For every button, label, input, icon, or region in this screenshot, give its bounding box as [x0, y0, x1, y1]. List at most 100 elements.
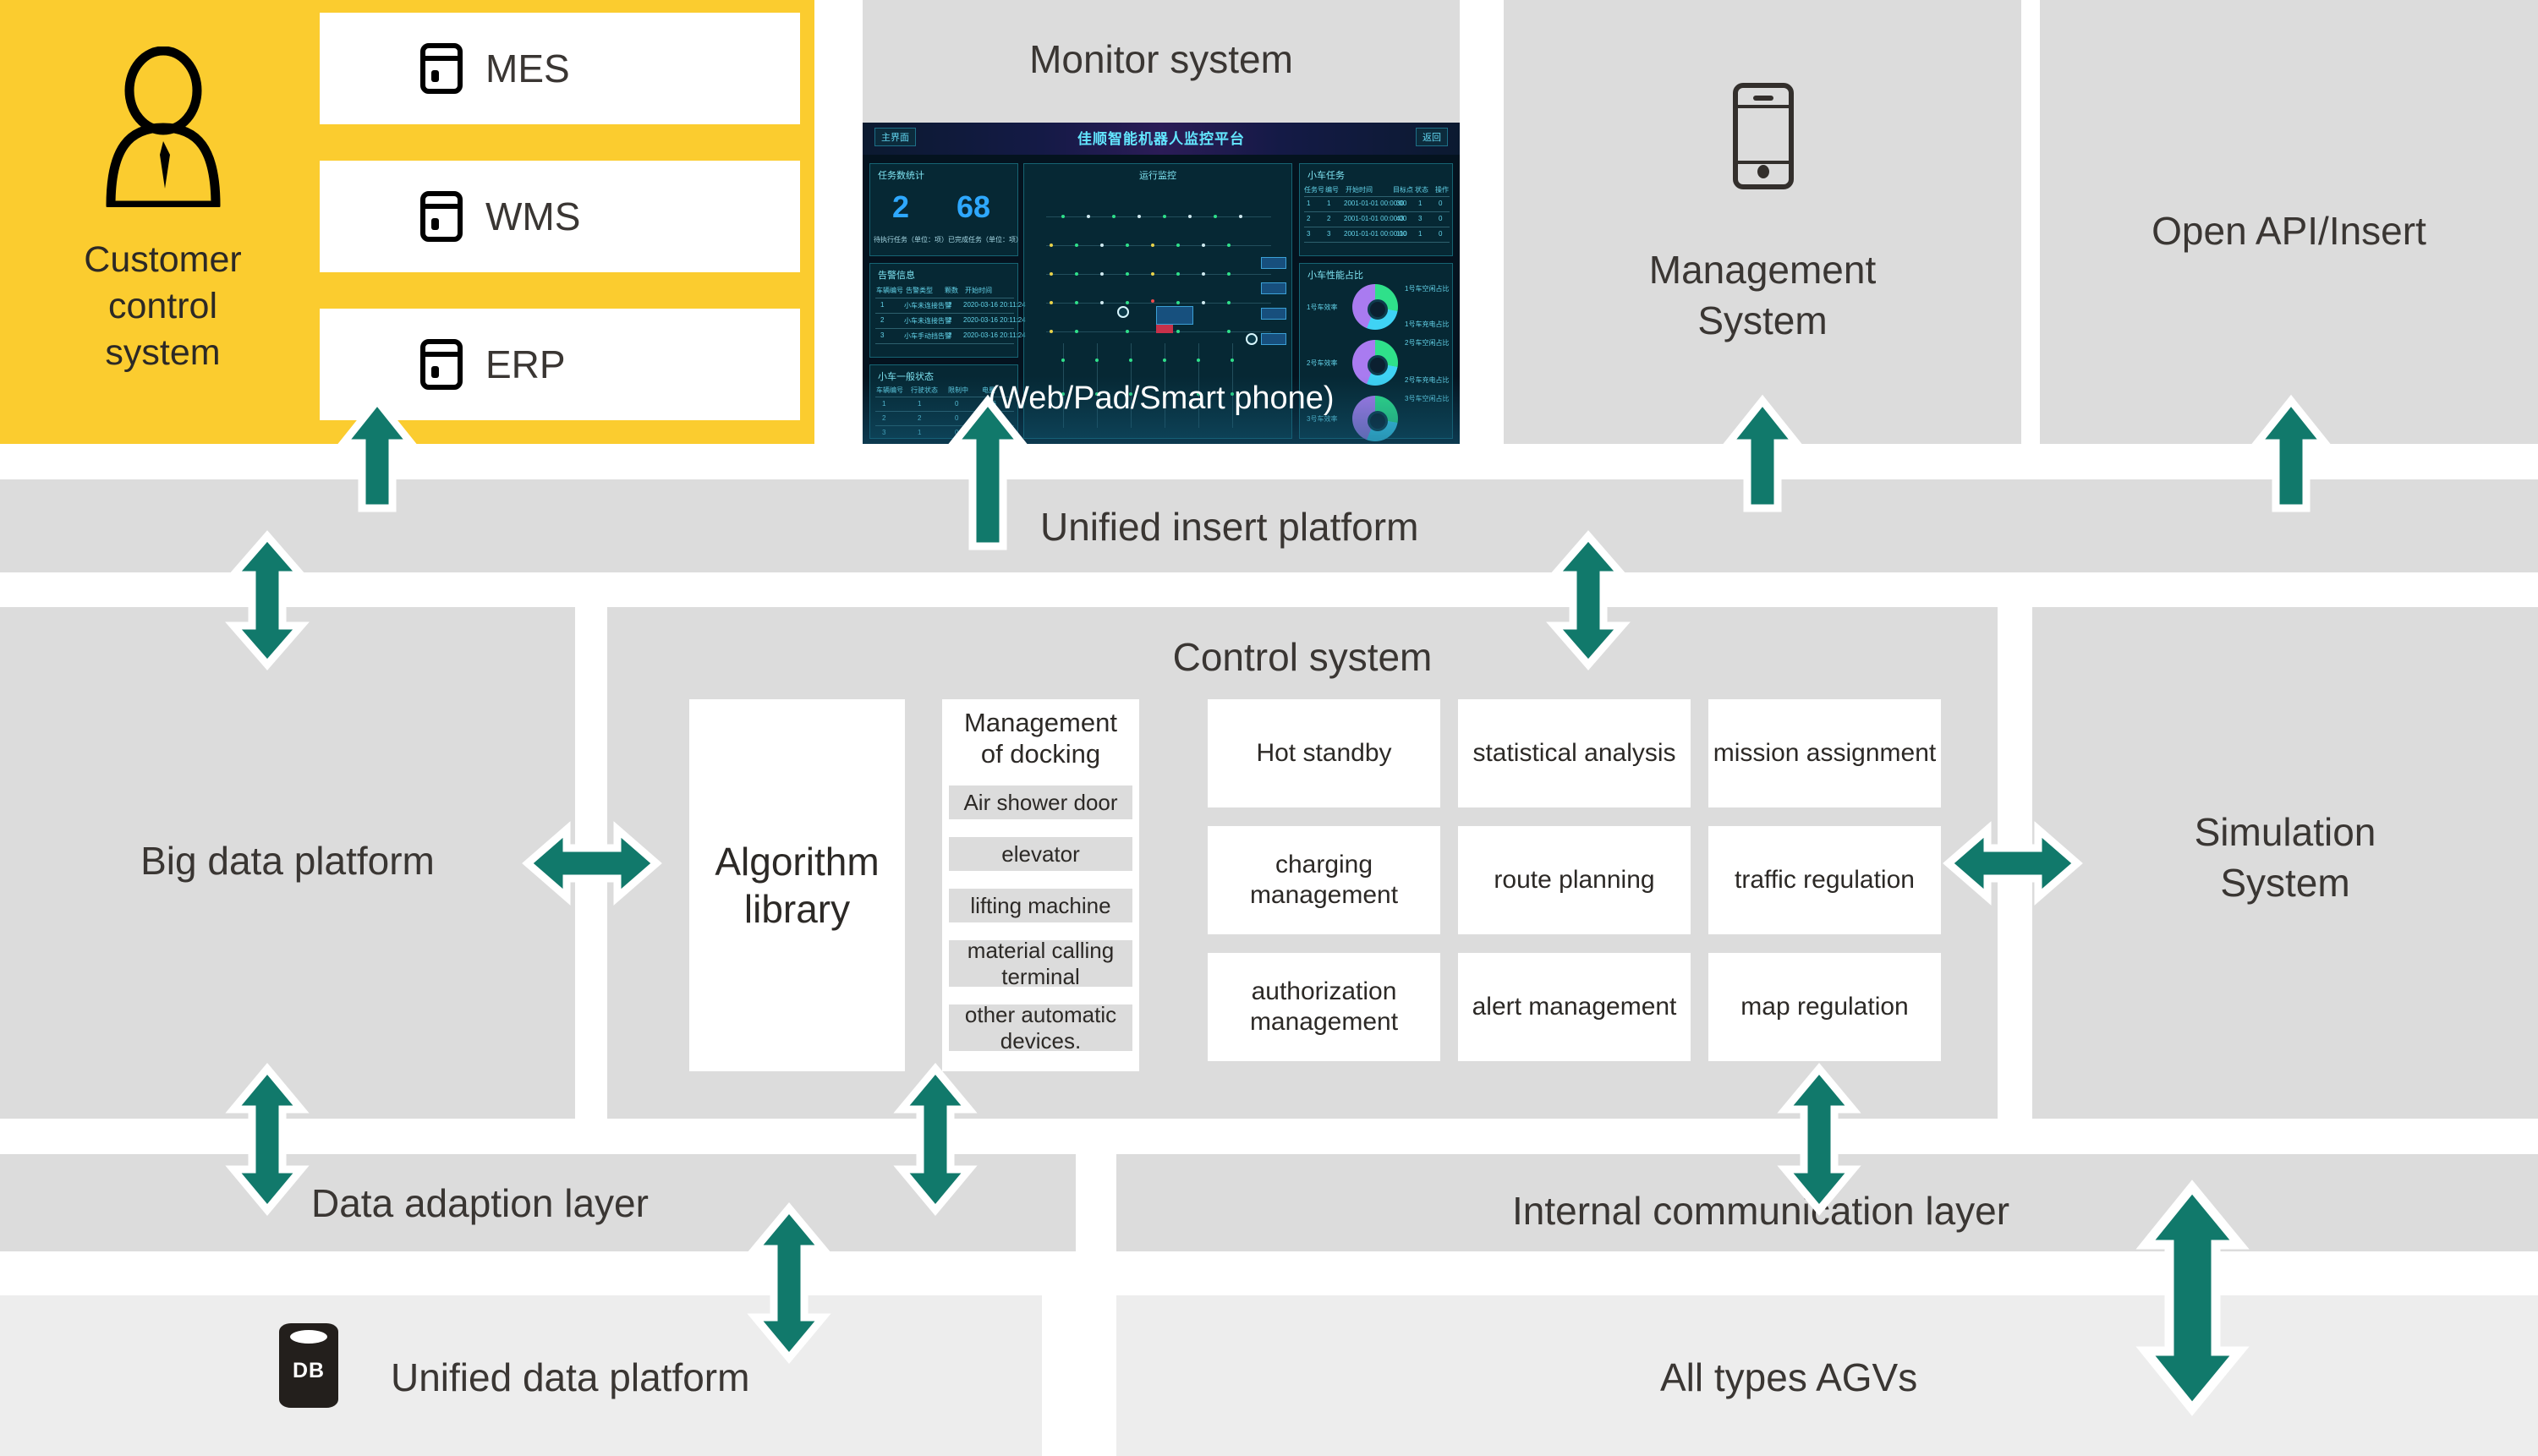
table-row: 1 — [880, 301, 885, 309]
app-label-mes: MES — [485, 47, 570, 90]
screenshot-vehicle-task-panel: 小车任务 任务号 编号 开始时间 目标点 状态 操作 1 1 2001-01-0… — [1299, 163, 1453, 256]
donut-legend: 1号车充电占比 — [1405, 320, 1450, 328]
arrow-control-internalcomm — [1777, 1062, 1861, 1217]
function-traffic-regulation[interactable]: traffic regulation — [1708, 826, 1941, 934]
table-row: 110 — [1396, 230, 1407, 238]
screenshot-task-stats-title: 任务数统计 — [878, 171, 924, 181]
arrow-management-to-platform — [1720, 394, 1805, 512]
management-title-line-2: System — [1697, 298, 1828, 342]
server-icon — [419, 190, 463, 243]
smartphone-icon — [1733, 83, 1794, 189]
function-statistical-analysis[interactable]: statistical analysis — [1458, 699, 1691, 807]
database-icon-label: DB — [292, 1358, 326, 1382]
control-system-title: Control system — [1172, 634, 1433, 679]
screenshot-alarm-col-3: 开始时间 — [965, 287, 992, 294]
monitor-system-title: Monitor system — [1029, 36, 1293, 81]
docking-item-lifting-machine[interactable]: lifting machine — [949, 889, 1132, 922]
arrow-internalcomm-agv — [2135, 1180, 2250, 1416]
table-row: 0 — [1439, 230, 1443, 238]
screenshot-home-button[interactable]: 主界面 — [874, 128, 916, 146]
function-mission-assignment[interactable]: mission assignment — [1708, 699, 1941, 807]
function-hot-standby[interactable]: Hot standby — [1208, 699, 1440, 807]
table-row: 小车未连接告警 — [904, 302, 951, 309]
arrow-platform-bigdata — [225, 530, 310, 671]
docking-item-air-shower-door[interactable]: Air shower door — [949, 785, 1132, 819]
docking-title-line-2: of docking — [980, 739, 1101, 769]
app-row-mes[interactable]: MES — [320, 13, 800, 124]
big-data-platform-label: Big data platform — [140, 838, 435, 883]
database-icon-top — [290, 1330, 327, 1344]
docking-item-other-automatic-devices[interactable]: other automatic devices. — [949, 1002, 1132, 1054]
docking-item-material-calling-terminal[interactable]: material calling terminal — [949, 938, 1132, 989]
screenshot-vehicle-task-title: 小车任务 — [1307, 171, 1345, 181]
unified-insert-platform-label: Unified insert platform — [1040, 505, 1419, 549]
arrow-bigdata-dataadaption — [225, 1062, 310, 1217]
simulation-title-line-2: System — [2220, 860, 2350, 905]
table-row: 2 — [948, 301, 952, 309]
algorithm-library-line-2: library — [743, 887, 851, 931]
customer-control-system-title: Customer control system — [17, 237, 309, 376]
table-row: 30 — [1396, 200, 1404, 207]
table-row: 1 — [1307, 200, 1311, 207]
table-row: 1 — [1418, 230, 1422, 238]
table-row: 2020-03-16 20:11:24 — [963, 301, 1026, 309]
function-authorization-management[interactable]: authorization management — [1208, 953, 1440, 1061]
simulation-title-line-1: Simulation — [2194, 810, 2376, 854]
app-row-wms[interactable]: WMS — [320, 161, 800, 272]
management-system-title: Management System — [1504, 245, 2021, 347]
management-system-panel — [1504, 0, 2021, 444]
arrow-bigdata-control — [522, 821, 662, 906]
table-row: 3 — [1327, 230, 1331, 238]
table-row: 2 — [880, 316, 885, 324]
arrow-erp-to-platform — [335, 394, 419, 512]
docking-item-elevator[interactable]: elevator — [949, 837, 1132, 871]
screenshot-completed-task-label: 已完成任务（单位：项） — [948, 236, 1022, 244]
table-row: 2 — [948, 331, 952, 339]
screenshot-pending-task-label: 待执行任务（单位：项） — [874, 236, 948, 244]
function-alert-management[interactable]: alert management — [1458, 953, 1691, 1061]
open-api-title: Open API/Insert — [2152, 208, 2426, 253]
server-icon — [419, 42, 463, 95]
screenshot-alarm-col-1: 告警类型 — [906, 287, 933, 294]
arrow-openapi-to-platform — [2249, 394, 2333, 512]
table-row: 0 — [1439, 215, 1443, 222]
table-row: 1 — [1418, 200, 1422, 207]
screenshot-alarm-col-2: 颗数 — [945, 287, 958, 294]
screenshot-back-button[interactable]: 返回 — [1416, 128, 1448, 146]
table-row: 2 — [1307, 215, 1311, 222]
screenshot-alarm-title: 告警信息 — [878, 271, 915, 281]
arrow-control-simulation — [1943, 821, 2083, 906]
screenshot-platform-title: 佳顺智能机器人监控平台 — [1077, 131, 1245, 147]
table-row: 3 — [880, 331, 885, 339]
function-route-planning[interactable]: route planning — [1458, 826, 1691, 934]
management-title-line-1: Management — [1648, 248, 1877, 292]
management-of-docking-title: Management of docking — [942, 705, 1139, 771]
donut-legend: 2号车效率 — [1307, 359, 1338, 367]
arrow-monitor-to-platform — [946, 394, 1030, 550]
app-label-erp: ERP — [485, 342, 566, 386]
table-row: 1 — [1327, 200, 1331, 207]
table-row: 43 — [1396, 215, 1404, 222]
screenshot-task-col-3: 目标点 — [1393, 186, 1413, 194]
function-charging-management[interactable]: charging management — [1208, 826, 1440, 934]
donut-legend: 2号车空闲占比 — [1405, 339, 1450, 347]
arrow-platform-control — [1546, 530, 1631, 671]
donut-chart — [1352, 284, 1398, 330]
table-row: 2020-03-16 20:11:24 — [963, 316, 1026, 324]
algorithm-library-box[interactable]: Algorithm library — [689, 699, 905, 1071]
screenshot-alarm-col-0: 车辆编号 — [876, 287, 903, 294]
screenshot-task-col-0: 任务号 — [1304, 186, 1324, 194]
screenshot-task-col-5: 操作 — [1435, 186, 1449, 194]
data-adaption-layer-label: Data adaption layer — [311, 1181, 649, 1225]
customer-title-line-1: Customer — [84, 239, 242, 280]
table-row: 小车手动挡告警 — [904, 332, 951, 340]
screenshot-completed-task-count: 68 — [957, 189, 991, 224]
arrow-dataadaption-udp — [747, 1201, 831, 1365]
person-icon — [96, 46, 231, 211]
simulation-system-title: Simulation System — [2032, 807, 2538, 909]
screenshot-pending-task-count: 2 — [892, 189, 910, 224]
function-map-regulation[interactable]: map regulation — [1708, 953, 1941, 1061]
customer-title-line-3: system — [105, 332, 221, 374]
server-icon — [419, 338, 463, 391]
table-row: 3 — [1307, 230, 1311, 238]
